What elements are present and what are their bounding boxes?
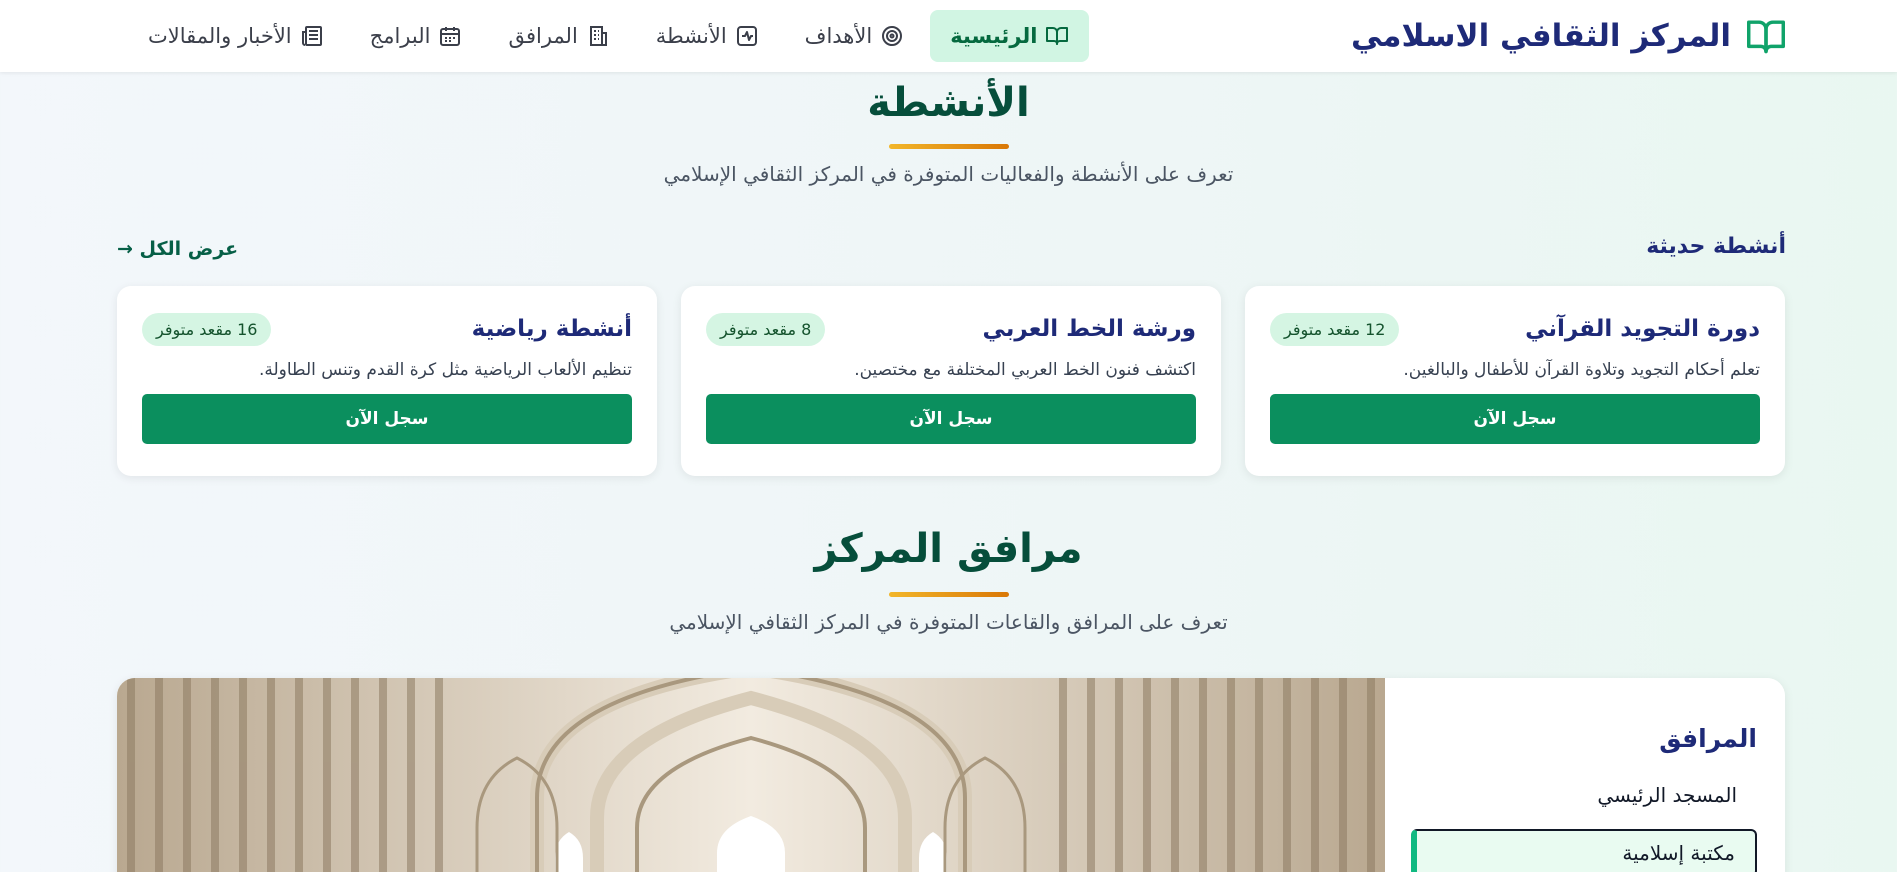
book-open-icon xyxy=(1747,20,1785,54)
building-icon xyxy=(589,26,607,46)
facilities-panel: المرافق المسجد الرئيسي مكتبة إسلامية xyxy=(117,678,1785,872)
card-title: ورشة الخط العربي xyxy=(982,316,1196,342)
nav-item-programs[interactable]: البرامج xyxy=(350,10,483,62)
card-title: أنشطة رياضية xyxy=(471,316,632,342)
register-button[interactable]: سجل الآن xyxy=(142,394,632,444)
mosque-interior-image xyxy=(117,678,1385,872)
nav-item-label: الأهداف xyxy=(804,24,873,48)
card-description: تعلم أحكام التجويد وتلاوة القرآن للأطفال… xyxy=(1403,360,1760,380)
facility-image xyxy=(117,678,1385,872)
activities-title: الأنشطة xyxy=(867,80,1030,126)
register-button[interactable]: سجل الآن xyxy=(1270,394,1760,444)
facility-item-library[interactable]: مكتبة إسلامية xyxy=(1411,829,1757,872)
activities-title-underline xyxy=(889,144,1009,149)
seats-badge: 12 مقعد متوفر xyxy=(1270,312,1400,346)
register-button[interactable]: سجل الآن xyxy=(706,394,1196,444)
newspaper-icon xyxy=(301,26,322,46)
nav-item-home[interactable]: الرئيسية xyxy=(930,10,1090,62)
nav-item-news[interactable]: الأخبار والمقالات xyxy=(128,10,344,62)
nav-item-label: الأنشطة xyxy=(655,24,727,48)
navbar: المركز الثقافي الاسلامي الرئيسية الأهداف… xyxy=(0,0,1897,72)
facility-item-main-mosque[interactable]: المسجد الرئيسي xyxy=(1411,773,1757,817)
activities-subtitle: تعرف على الأنشطة والفعاليات المتوفرة في … xyxy=(663,162,1234,186)
activity-card: أنشطة رياضية 16 مقعد متوفر تنظيم الألعاب… xyxy=(117,286,657,476)
facilities-sidebar: المرافق المسجد الرئيسي مكتبة إسلامية xyxy=(1385,678,1785,872)
target-icon xyxy=(882,26,903,46)
nav-item-label: المرافق xyxy=(508,24,578,48)
nav-menu: الرئيسية الأهداف الأنشطة المرافق البرامج… xyxy=(128,10,1090,62)
nav-item-label: البرامج xyxy=(369,24,431,48)
calendar-icon xyxy=(440,27,461,46)
facilities-title-underline xyxy=(889,592,1009,597)
brand[interactable]: المركز الثقافي الاسلامي xyxy=(1351,17,1787,55)
nav-item-facilities[interactable]: المرافق xyxy=(488,10,629,62)
nav-item-activities[interactable]: الأنشطة xyxy=(636,10,779,62)
card-title: دورة التجويد القرآني xyxy=(1525,316,1760,342)
view-all-link[interactable]: عرض الكل → xyxy=(117,238,238,260)
activity-card: دورة التجويد القرآني 12 مقعد متوفر تعلم … xyxy=(1245,286,1785,476)
nav-item-goals[interactable]: الأهداف xyxy=(785,10,925,62)
card-description: تنظيم الألعاب الرياضية مثل كرة القدم وتن… xyxy=(258,360,632,380)
facilities-subtitle: تعرف على المرافق والقاعات المتوفرة في ال… xyxy=(669,610,1228,634)
activity-icon xyxy=(736,26,757,46)
book-open-icon xyxy=(1046,27,1069,45)
brand-title: المركز الثقافي الاسلامي xyxy=(1350,18,1731,54)
card-description: اكتشف فنون الخط العربي المختلفة مع مختصي… xyxy=(854,360,1196,380)
facilities-title: مرافق المركز xyxy=(814,526,1083,572)
seats-badge: 8 مقعد متوفر xyxy=(706,312,826,346)
seats-badge: 16 مقعد متوفر xyxy=(142,312,272,346)
nav-item-label: الأخبار والمقالات xyxy=(148,24,292,48)
activity-card: ورشة الخط العربي 8 مقعد متوفر اكتشف فنون… xyxy=(681,286,1221,476)
recent-activities-label: أنشطة حديثة xyxy=(1646,234,1786,259)
activity-cards: دورة التجويد القرآني 12 مقعد متوفر تعلم … xyxy=(117,286,1785,476)
facilities-sidebar-title: المرافق xyxy=(1659,724,1757,753)
nav-item-label: الرئيسية xyxy=(950,24,1038,48)
